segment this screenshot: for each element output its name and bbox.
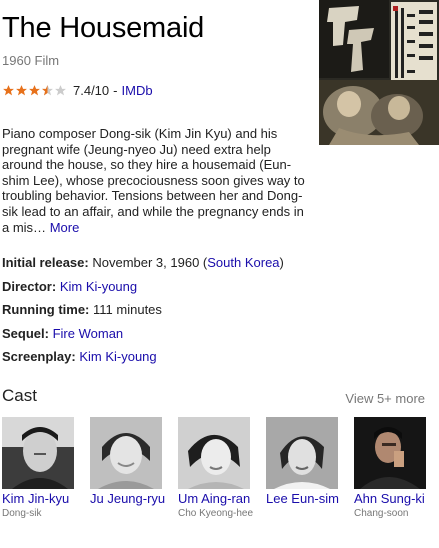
star-icon <box>16 85 27 96</box>
cast-member[interactable]: Lee Eun-sim <box>266 417 346 508</box>
screenplay-link[interactable]: Kim Ki-young <box>79 349 156 364</box>
imdb-link[interactable]: IMDb <box>122 83 153 98</box>
half-star-icon <box>42 85 53 96</box>
fact-initial-release: Initial release: November 3, 1960 (South… <box>2 251 432 275</box>
cast-member[interactable]: Ju Jeung-ryu <box>90 417 170 508</box>
star-icon <box>29 85 40 96</box>
rating-score: 7.4/10 <box>73 83 110 98</box>
cast-carousel: Kim Jin-kyu Dong-sik Ju Jeung-ryu Um Ain… <box>2 417 439 548</box>
fact-label: Initial release: <box>2 255 89 270</box>
actor-role: Chang-soon <box>354 507 409 519</box>
actor-name[interactable]: Kim Jin-kyu <box>2 491 82 507</box>
facts-list: Initial release: November 3, 1960 (South… <box>2 251 432 369</box>
actor-role: Dong-sik <box>2 507 42 519</box>
entity-title: The Housemaid <box>2 12 205 44</box>
actor-name[interactable]: Ju Jeung-ryu <box>90 491 170 507</box>
cast-heading: Cast <box>2 386 37 405</box>
fact-running-time: Running time: 111 minutes <box>2 298 432 322</box>
description: Piano composer Dong-sik (Kim Jin Kyu) an… <box>2 126 312 235</box>
fact-label: Director: <box>2 278 57 294</box>
actor-photo[interactable] <box>2 417 74 489</box>
sequel-link[interactable]: Fire Woman <box>53 326 124 341</box>
rating-separator: - <box>113 83 118 98</box>
fact-label: Screenplay: <box>2 349 76 364</box>
more-link[interactable]: More <box>50 220 80 235</box>
release-close-paren: ) <box>279 255 284 270</box>
poster-graphic <box>319 0 439 145</box>
view-more-cast-link[interactable]: View 5+ more <box>345 391 425 406</box>
fact-label: Sequel: <box>2 325 49 341</box>
star-rating <box>2 84 67 97</box>
rating-row: 7.4/10 - IMDb <box>2 83 153 98</box>
actor-photo[interactable] <box>90 417 162 489</box>
entity-subtitle: 1960 Film <box>2 53 60 68</box>
actor-name[interactable]: Lee Eun-sim <box>266 491 346 507</box>
country-link[interactable]: South Korea <box>207 255 279 270</box>
actor-name[interactable]: Um Aing-ran <box>178 491 258 507</box>
cast-member[interactable]: Kim Jin-kyu Dong-sik <box>2 417 82 520</box>
actor-photo[interactable] <box>266 417 338 489</box>
fact-label: Running time: <box>2 302 90 317</box>
fact-screenplay: Screenplay: Kim Ki-young <box>2 345 432 369</box>
cast-member[interactable]: Um Aing-ran Cho Kyeong-hee <box>178 417 258 520</box>
director-link[interactable]: Kim Ki-young <box>60 279 137 294</box>
cast-member[interactable]: Ahn Sung-ki Chang-soon <box>354 417 434 520</box>
actor-name[interactable]: Ahn Sung-ki <box>354 491 434 507</box>
star-icon <box>3 85 14 96</box>
empty-star-icon <box>55 85 66 96</box>
fact-director: Director: Kim Ki-young <box>2 275 432 299</box>
running-time-value: 111 minutes <box>93 302 162 317</box>
actor-role: Cho Kyeong-hee <box>178 507 254 519</box>
release-date: November 3, 1960 ( <box>92 255 208 270</box>
fact-sequel: Sequel: Fire Woman <box>2 322 432 346</box>
actor-photo[interactable] <box>178 417 250 489</box>
movie-poster-image[interactable] <box>319 0 439 145</box>
actor-photo[interactable] <box>354 417 426 489</box>
description-text: Piano composer Dong-sik (Kim Jin Kyu) an… <box>2 126 305 235</box>
